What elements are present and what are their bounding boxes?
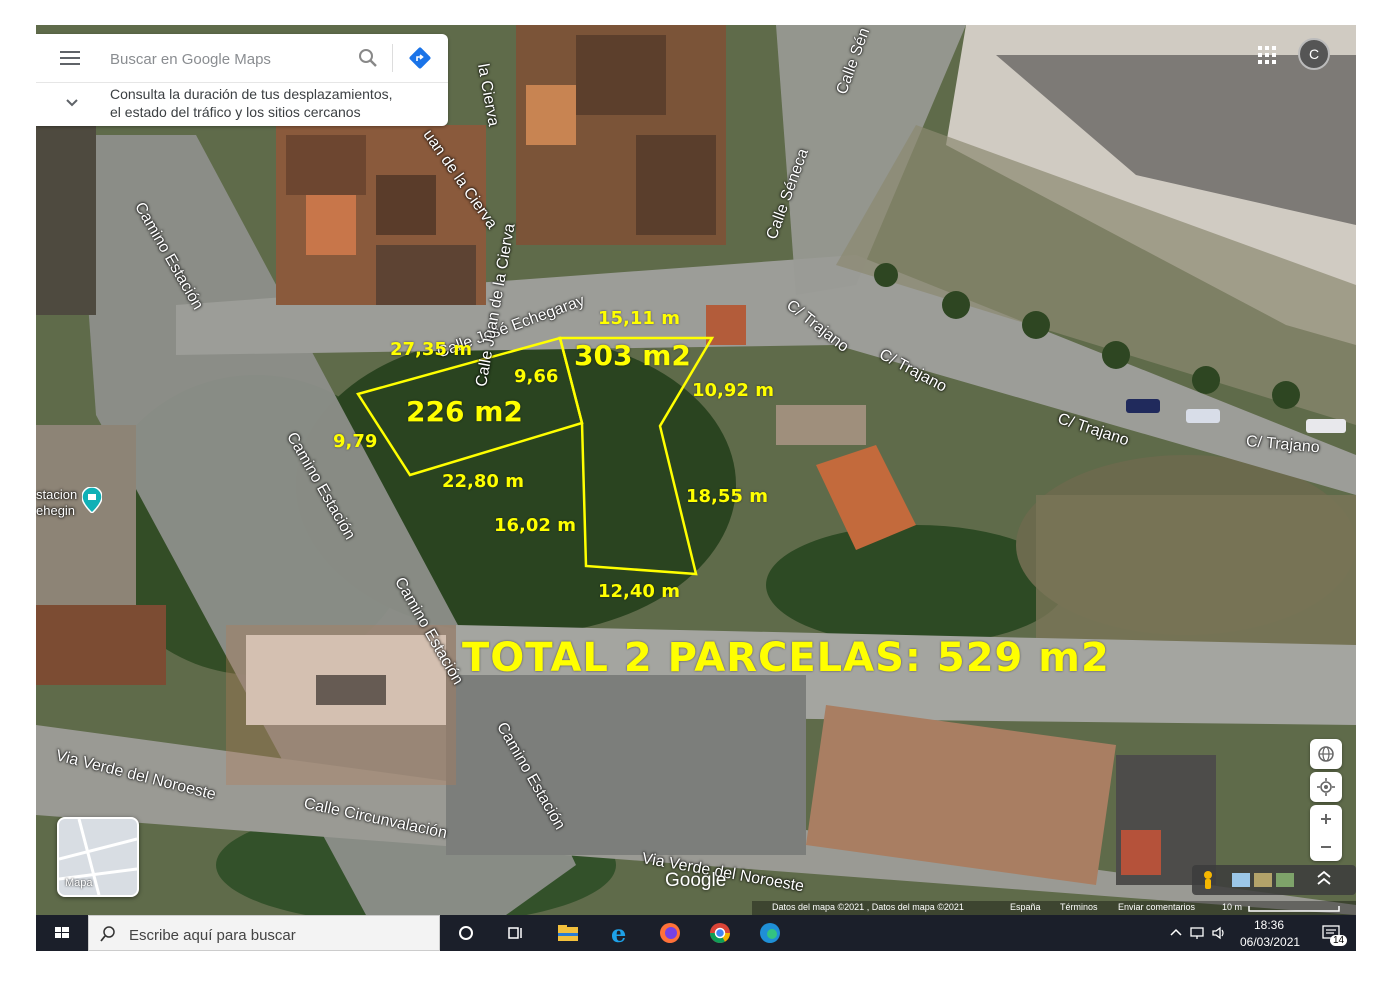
terms-link[interactable]: Términos — [1060, 902, 1098, 912]
avatar[interactable]: C — [1298, 38, 1330, 70]
firefox-icon[interactable] — [656, 919, 684, 947]
directions-icon[interactable] — [408, 46, 432, 70]
globe-icon — [1318, 746, 1334, 762]
measure-10-92: 10,92 m — [692, 380, 774, 401]
zoom-control — [1310, 805, 1342, 861]
poi-label-line2: ehegin — [36, 503, 76, 518]
taskbar-search[interactable] — [88, 915, 440, 951]
clock-date[interactable]: 06/03/2021 — [1240, 935, 1300, 949]
chrome-icon[interactable] — [706, 919, 734, 947]
hint-text: Consulta la duración de tus desplazamien… — [110, 85, 440, 121]
internet-explorer-icon[interactable]: e — [606, 919, 634, 947]
edge-icon[interactable] — [756, 919, 784, 947]
svg-text:e: e — [611, 919, 626, 947]
imagery-strip[interactable] — [1192, 865, 1356, 895]
search-icon[interactable] — [358, 48, 378, 68]
measure-27-35: 27,35 m — [390, 339, 472, 360]
imagery-thumbnails-icon — [1204, 870, 1331, 889]
taskbar-search-icon — [100, 926, 115, 942]
globe-button[interactable] — [1310, 739, 1342, 769]
volume-icon[interactable] — [1206, 919, 1234, 947]
file-explorer-icon[interactable] — [554, 919, 582, 947]
map-type-label: Mapa — [65, 877, 93, 889]
zoom-out-icon[interactable] — [1310, 833, 1342, 861]
hint-row[interactable]: Consulta la duración de tus desplazamien… — [36, 83, 448, 126]
chevron-down-icon[interactable] — [64, 95, 80, 111]
search-row — [36, 34, 448, 83]
cortana-icon[interactable] — [452, 919, 480, 947]
total-parcels-label: TOTAL 2 PARCELAS: 529 m2 — [462, 635, 1110, 681]
attribution-bar: Datos del mapa ©2021 , Datos del mapa ©2… — [752, 901, 1356, 915]
measure-18-55: 18,55 m — [686, 486, 768, 507]
clock-time[interactable]: 18:36 — [1254, 918, 1284, 932]
menu-icon[interactable] — [60, 51, 80, 65]
search-input[interactable] — [108, 46, 342, 72]
taskbar-search-input[interactable] — [127, 924, 431, 946]
google-logo: Google — [665, 870, 727, 891]
screen-frame: Calle José Echegaray Calle Juan de la Ci… — [36, 25, 1356, 951]
poi-label-line1: stacion — [36, 487, 78, 502]
my-location-button[interactable] — [1310, 772, 1342, 802]
measure-16-02: 16,02 m — [494, 515, 576, 536]
zoom-in-icon[interactable] — [1310, 805, 1342, 833]
feedback-link[interactable]: Enviar comentarios — [1118, 902, 1195, 912]
location-icon — [1317, 778, 1335, 796]
scale-label[interactable]: 10 m — [1222, 902, 1242, 912]
search-panel: Consulta la duración de tus desplazamien… — [36, 34, 448, 126]
satellite-map[interactable]: Calle José Echegaray Calle Juan de la Ci… — [36, 25, 1356, 915]
measure-9-66: 9,66 — [514, 366, 559, 387]
area-303: 303 m2 — [574, 339, 691, 372]
apps-grid-icon[interactable] — [1258, 46, 1278, 66]
measure-12-40: 12,40 m — [598, 581, 680, 602]
map-type-toggle[interactable]: Mapa — [57, 817, 139, 897]
attribution-text: Datos del mapa ©2021 , Datos del mapa ©2… — [772, 902, 964, 912]
task-view-icon[interactable] — [502, 919, 530, 947]
measure-9-79: 9,79 — [333, 431, 378, 452]
aerial-imagery — [36, 25, 1356, 915]
poi-marker-icon[interactable] — [82, 487, 102, 513]
area-226: 226 m2 — [406, 395, 523, 428]
scale-bar-icon — [1248, 906, 1340, 912]
windows-start-icon[interactable] — [48, 919, 76, 947]
hint-line-1: Consulta la duración de tus desplazamien… — [110, 86, 393, 102]
notification-count-badge: 14 — [1330, 935, 1348, 946]
measure-22-80: 22,80 m — [442, 471, 524, 492]
taskbar: e 18:36 06/03/2021 — [36, 915, 1356, 951]
measure-15-11: 15,11 m — [598, 308, 680, 329]
divider — [392, 44, 393, 72]
country-link[interactable]: España — [1010, 902, 1041, 912]
hint-line-2: el estado del tráfico y los sitios cerca… — [110, 104, 361, 120]
